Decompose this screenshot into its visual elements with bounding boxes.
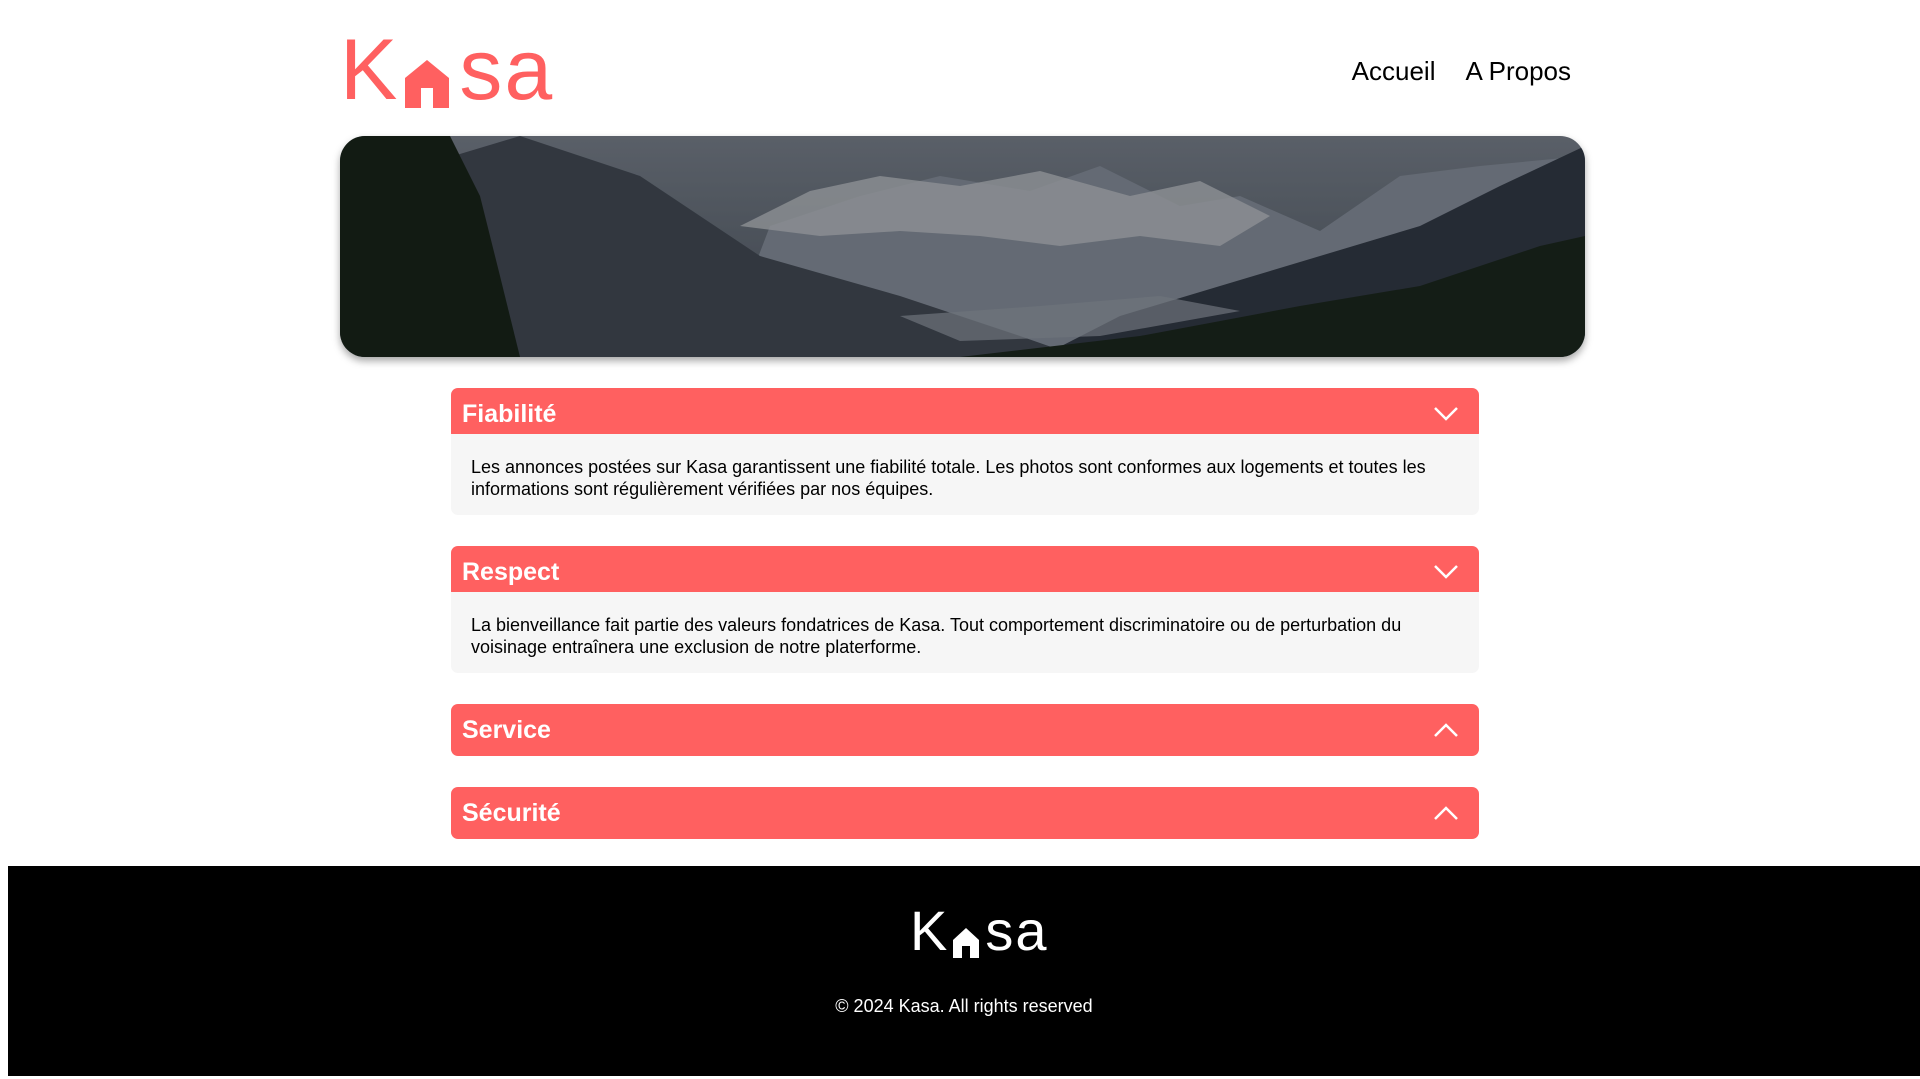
banner-overlay: [340, 136, 1585, 357]
collapse-fiabilite: Fiabilité Les annonces postées sur Kasa …: [451, 388, 1479, 515]
site-header: K sa Accueil A Propos: [340, 22, 1571, 118]
collapse-respect: Respect La bienveillance fait partie des…: [451, 546, 1479, 673]
collapse-header-fiabilite[interactable]: Fiabilité: [451, 388, 1479, 440]
nav-link-a-propos[interactable]: A Propos: [1465, 56, 1571, 87]
collapse-header-securite[interactable]: Sécurité: [451, 787, 1479, 839]
logo-letters-sa: sa: [459, 22, 555, 118]
collapse-service: Service: [451, 704, 1479, 756]
collapse-header-respect[interactable]: Respect: [451, 546, 1479, 598]
footer-logo-letters-sa: sa: [985, 899, 1049, 962]
main-nav: Accueil A Propos: [1352, 56, 1571, 87]
site-footer: K sa © 2024 Kasa. All rights reserved: [8, 866, 1920, 1076]
collapse-header-service[interactable]: Service: [451, 704, 1479, 756]
chevron-down-icon[interactable]: [1433, 564, 1459, 580]
kasa-logo[interactable]: K sa: [340, 22, 555, 118]
chevron-up-icon[interactable]: [1433, 805, 1459, 821]
values-accordion: Fiabilité Les annonces postées sur Kasa …: [451, 388, 1479, 870]
footer-logo-letter-k: K: [910, 899, 950, 962]
chevron-down-icon[interactable]: [1433, 406, 1459, 422]
collapse-securite: Sécurité: [451, 787, 1479, 839]
footer-logo: K sa: [910, 899, 1049, 962]
collapse-title: Service: [462, 715, 551, 744]
nav-link-accueil[interactable]: Accueil: [1352, 56, 1436, 87]
house-icon: [401, 38, 453, 110]
collapse-content: Les annonces postées sur Kasa garantisse…: [451, 434, 1479, 515]
copyright-text: © 2024 Kasa. All rights reserved: [835, 996, 1093, 1016]
collapse-title: Respect: [462, 557, 560, 586]
collapse-title: Sécurité: [462, 798, 561, 827]
chevron-up-icon[interactable]: [1433, 722, 1459, 738]
collapse-title: Fiabilité: [462, 399, 557, 428]
house-icon: [951, 914, 981, 958]
logo-letter-k: K: [340, 22, 400, 118]
about-banner: [340, 136, 1585, 357]
collapse-content: La bienveillance fait partie des valeurs…: [451, 592, 1479, 673]
